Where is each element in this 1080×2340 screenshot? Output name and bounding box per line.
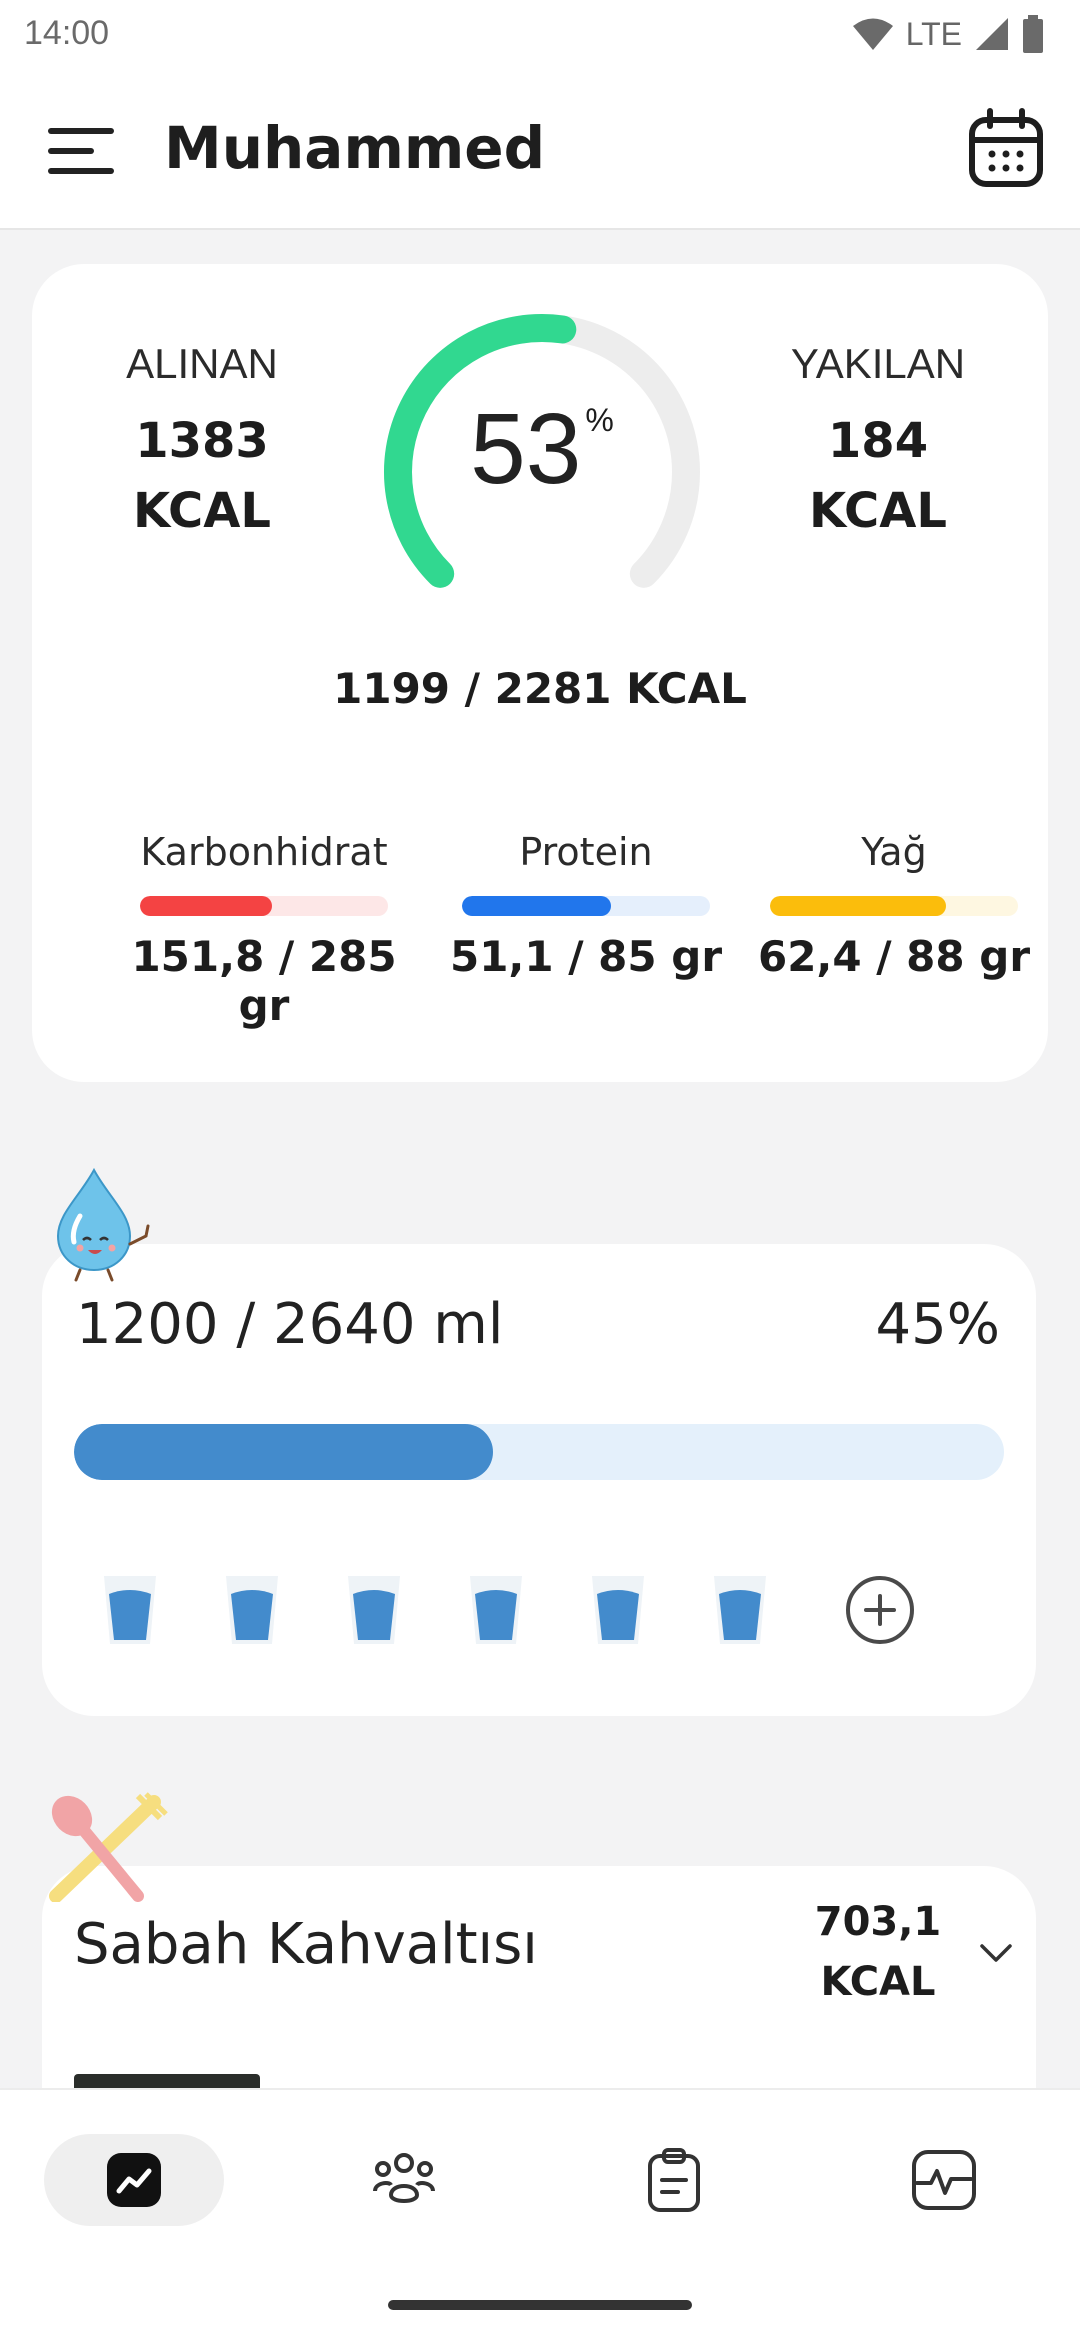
spoon-fork-icon — [49, 1792, 168, 1902]
signal-icon — [976, 18, 1008, 50]
intake-unit: KCAL — [133, 483, 271, 539]
nav-item-activity[interactable] — [854, 2134, 1034, 2226]
water-percent: 45% — [875, 1292, 1000, 1357]
water-card: 1200 / 2640 ml 45% — [42, 1244, 1036, 1716]
status-bar: 14:00 LTE — [0, 0, 1080, 70]
macro-fill — [140, 896, 273, 916]
network-label: LTE — [905, 15, 962, 52]
meal-kcal-value: 703,1 — [814, 1899, 942, 1945]
wifi-icon — [852, 18, 893, 50]
macro-fill — [462, 896, 612, 916]
meal-name: Sabah Kahvaltısı — [74, 1912, 538, 1977]
macro-label: Karbonhidrat — [140, 830, 388, 874]
intake-value: 1383 — [135, 413, 269, 469]
gauge-percent-value: 53 — [470, 393, 582, 505]
water-glass-icon[interactable] — [590, 1574, 646, 1646]
status-time: 14:00 — [24, 14, 110, 52]
pulse-monitor-icon — [912, 2150, 976, 2210]
macro-value: 51,1 / 85 gr — [449, 932, 723, 981]
burned-unit: KCAL — [809, 483, 947, 539]
gauge-percent: 53% — [362, 392, 722, 507]
meal-kcal-unit: KCAL — [820, 1959, 936, 2005]
calendar-icon[interactable] — [968, 108, 1044, 188]
macro-fat: Yağ 62,4 / 88 gr — [754, 830, 1034, 981]
menu-icon[interactable] — [44, 120, 116, 180]
macro-value: 62,4 / 88 gr — [757, 932, 1031, 981]
nav-item-plan[interactable] — [584, 2134, 764, 2226]
status-icons: LTE — [852, 12, 1044, 56]
nav-item-dashboard[interactable] — [44, 2134, 224, 2226]
calorie-total: 1199 / 2281 KCAL — [333, 664, 747, 713]
water-glass-icon[interactable] — [346, 1574, 402, 1646]
gauge-percent-symbol: % — [585, 402, 614, 438]
chevron-down-icon[interactable] — [976, 1938, 1016, 1968]
water-progress-fill — [74, 1424, 493, 1480]
battery-icon — [1023, 15, 1043, 53]
water-glass-icon[interactable] — [712, 1574, 768, 1646]
page-title: Muhammed — [164, 114, 546, 182]
macro-label: Protein — [519, 830, 653, 874]
group-icon — [373, 2153, 435, 2203]
macro-protein: Protein 51,1 / 85 gr — [446, 830, 726, 981]
macro-value: 151,8 / 285 gr — [131, 932, 397, 1030]
water-glass-icon[interactable] — [468, 1574, 524, 1646]
macro-fill — [770, 896, 946, 916]
water-glass-icon[interactable] — [102, 1574, 158, 1646]
macro-track — [462, 896, 710, 916]
water-amount: 1200 / 2640 ml — [76, 1292, 504, 1357]
burned-label: YAKILAN — [790, 340, 966, 387]
macro-track — [770, 896, 1018, 916]
intake-stat: ALINAN 1383 KCAL — [82, 340, 322, 546]
calorie-summary-card: ALINAN 1383 KCAL 53% YAKILAN 184 KCAL 11… — [32, 264, 1048, 1082]
burned-stat: YAKILAN 184 KCAL — [758, 340, 998, 546]
macro-carbohydrate: Karbonhidrat 151,8 / 285 gr — [124, 830, 404, 1030]
water-glass-icon[interactable] — [224, 1574, 280, 1646]
burned-value: 184 — [827, 413, 929, 469]
clipboard-icon — [648, 2148, 700, 2212]
macro-label: Yağ — [861, 830, 927, 874]
intake-label: ALINAN — [126, 340, 278, 387]
water-progress-track — [74, 1424, 1004, 1480]
app-bar: Muhammed — [0, 70, 1080, 230]
nav-item-community[interactable] — [314, 2134, 494, 2226]
meal-kcal: 703,1 KCAL — [798, 1892, 958, 2012]
macro-track — [140, 896, 388, 916]
trend-chart-icon — [107, 2153, 161, 2207]
home-indicator — [388, 2300, 692, 2310]
add-circle-icon[interactable] — [844, 1574, 916, 1646]
water-drop-mascot-icon — [56, 1167, 150, 1282]
water-glasses — [102, 1574, 916, 1646]
